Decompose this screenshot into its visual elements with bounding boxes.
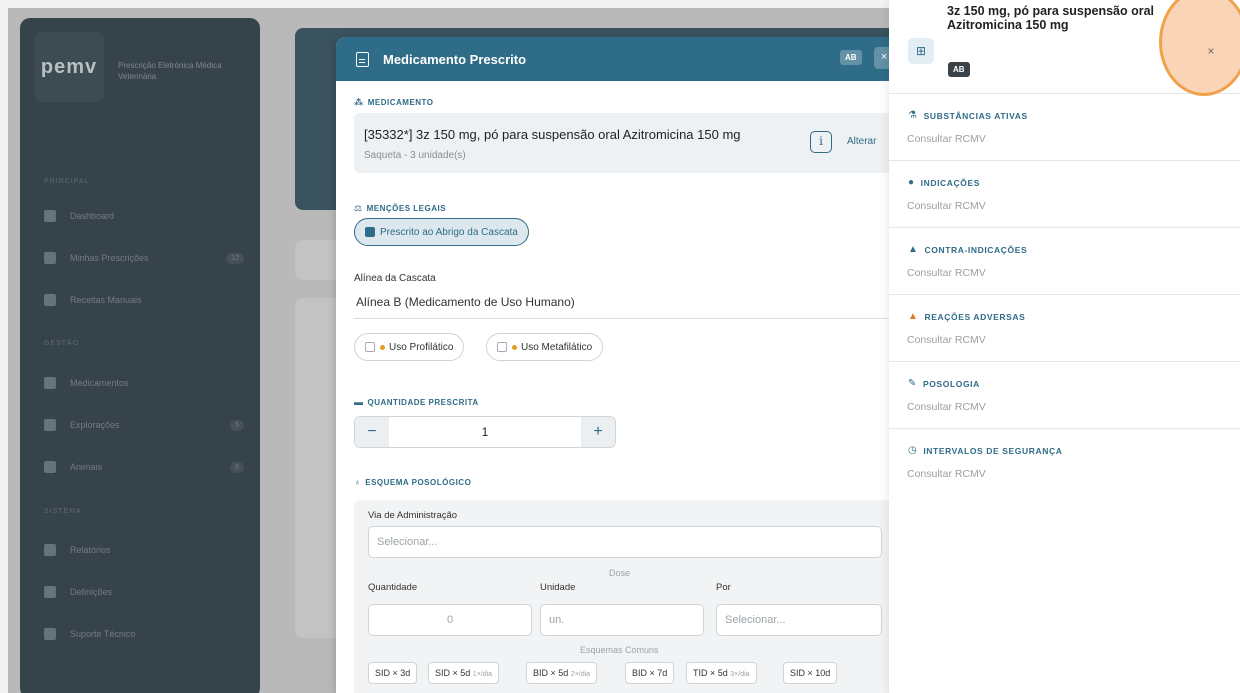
active-substances-section: ⚗ SUBSTÂNCIAS ATIVAS Consultar RCMV [889,94,1240,161]
unit-label: Unidade [540,582,576,593]
section-title: CONTRA-INDICAÇÕES [924,244,1028,255]
dose-unit-input[interactable]: un. [540,604,704,636]
medical-kit-icon: ⊞ [908,38,934,64]
dose-quantity-input[interactable]: 0 [368,604,532,636]
section-title: POSOLOGIA [922,378,980,389]
scheme-chip-bid-7d[interactable]: BID × 7d [625,662,675,684]
prophylactic-toggle[interactable]: Uso Profilático [354,333,465,361]
medication-name: [35332*] 3z 150 mg, pó para suspensão or… [364,127,741,142]
panel-title: 3z 150 mg, pó para suspensão oral Azitro… [947,4,1155,32]
panel-header: ⊞ 3z 150 mg, pó para suspensão oral Azit… [889,0,1240,96]
scheme-chip-tid-5d[interactable]: TID × 5d 3×/dia [686,662,757,684]
stethoscope-icon: ♁ [354,477,362,487]
posology-section: ✎ POSOLOGIA Consultar RCMV [889,362,1240,429]
syringe-icon: ✎ [908,378,917,389]
safety-intervals-section: ◷ INTERVALOS DE SEGURANÇA Consultar RCMV [889,429,1240,496]
posology-box: Via de Administração Selecionar... Dose … [354,500,894,693]
quantity-stepper: − 1 + [354,416,616,448]
prescribed-medication-modal: Medicamento Prescrito AB × ⁂ MEDICAMENTO … [336,37,896,693]
scheme-chip-sid-10d[interactable]: SID × 10d [783,662,838,684]
cascade-field-label: Alínea da Cascata [354,273,436,284]
decrement-button[interactable]: − [355,417,389,447]
pills-icon: ⁂ [354,97,364,107]
warning-icon: ▲ [908,244,919,255]
cascade-select[interactable]: Alínea B (Medicamento de Uso Humano) [354,287,896,319]
adverse-reactions-section: ▲ REAÇÕES ADVERSAS Consultar RCMV [889,295,1240,362]
legal-section-label: ⚖ MENÇÕES LEGAIS [354,203,447,213]
medication-packaging: Saqueta - 3 unidade(s) [364,150,466,161]
contraindications-section: ▲ CONTRA-INDICAÇÕES Consultar RCMV [889,228,1240,295]
box-icon: ▬ [354,397,364,407]
clock-icon: ◷ [908,445,918,456]
quantity-section-label: ▬ QUANTIDADE PRESCRITA [354,397,479,407]
panel-close-button[interactable]: × [1200,40,1222,62]
warning-dot [512,344,517,350]
check-circle-icon: ● [908,177,915,188]
section-value: Consultar RCMV [907,200,986,212]
section-value: Consultar RCMV [907,401,986,413]
info-button[interactable]: i [810,131,832,153]
warning-dot [380,344,385,350]
flask-icon: ⚗ [908,110,918,121]
checkbox [497,342,507,352]
section-title: INDICAÇÕES [920,177,981,188]
section-value: Consultar RCMV [907,133,986,145]
checkbox [365,342,375,352]
increment-button[interactable]: + [581,417,615,447]
route-label: Via de Administração [368,510,458,521]
route-select[interactable]: Selecionar... [368,526,882,558]
metaphylactic-toggle[interactable]: Uso Metafilático [486,333,604,361]
scheme-chip-bid-5d[interactable]: BID × 5d 2×/dia [526,662,598,684]
ab-badge: AB [948,62,970,77]
section-value: Consultar RCMV [907,468,986,480]
checkbox-checked [365,227,375,237]
ab-badge: AB [840,50,862,65]
per-label: Por [716,582,731,593]
medication-section-label: ⁂ MEDICAMENTO [354,97,434,107]
dose-label: Dose [609,568,631,578]
scale-icon: ⚖ [354,203,363,213]
cascade-select-value: Alínea B (Medicamento de Uso Humano) [356,295,575,309]
scheme-chip-sid-3d[interactable]: SID × 3d [368,662,418,684]
section-title: REAÇÕES ADVERSAS [924,311,1026,322]
alert-icon: ▲ [908,311,919,322]
section-value: Consultar RCMV [907,334,986,346]
section-value: Consultar RCMV [907,267,986,279]
section-title: INTERVALOS DE SEGURANÇA [923,445,1063,456]
medication-card: [35332*] 3z 150 mg, pó para suspensão or… [354,113,894,173]
dose-per-select[interactable]: Selecionar... [716,604,882,636]
modal-title: Medicamento Prescrito [383,51,527,67]
scheme-chip-sid-5d[interactable]: SID × 5d 1×/dia [428,662,500,684]
document-icon [356,51,369,67]
common-schemes-label: Esquemas Comuns [580,645,659,655]
modal-header: Medicamento Prescrito AB × [336,37,896,81]
cascade-toggle[interactable]: Prescrito ao Abrigo da Cascata [354,218,529,246]
medication-details-panel: ⊞ 3z 150 mg, pó para suspensão oral Azit… [889,0,1240,693]
qty-label: Quantidade [368,582,418,593]
indications-section: ● INDICAÇÕES Consultar RCMV [889,161,1240,228]
section-title: SUBSTÂNCIAS ATIVAS [923,110,1028,121]
alterar-link[interactable]: Alterar [847,136,876,147]
posology-section-label: ♁ ESQUEMA POSOLÓGICO [354,477,472,487]
quantity-value[interactable]: 1 [389,425,581,439]
